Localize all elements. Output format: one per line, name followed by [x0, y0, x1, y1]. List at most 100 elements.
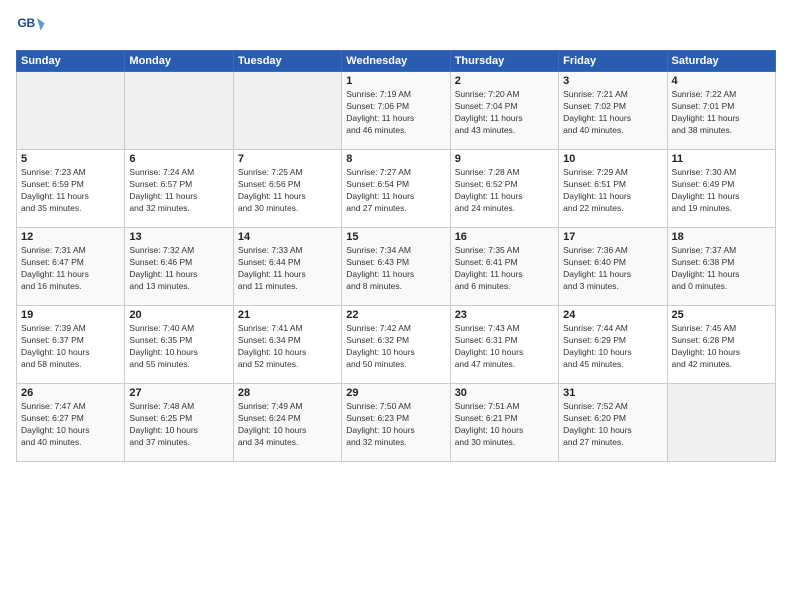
header-friday: Friday	[559, 51, 667, 72]
day-cell: 23 Sunrise: 7:43 AM Sunset: 6:31 PM Dayli…	[450, 306, 558, 384]
day-info: Sunrise: 7:34 AM Sunset: 6:43 PM Dayligh…	[346, 245, 445, 293]
day-info: Sunrise: 7:36 AM Sunset: 6:40 PM Dayligh…	[563, 245, 662, 293]
day-number: 15	[346, 231, 445, 243]
day-cell: 13Sunrise: 7:32 AM Sunset: 6:46 PM Dayli…	[125, 228, 233, 306]
day-number: 7	[238, 153, 337, 165]
day-info: Sunrise: 7:29 AM Sunset: 6:51 PM Dayligh…	[563, 167, 662, 215]
header: G B	[16, 12, 776, 42]
day-number: 2	[455, 75, 554, 87]
day-number: 28	[238, 387, 337, 399]
week-row-2: 12Sunrise: 7:31 AM Sunset: 6:47 PM Dayli…	[17, 228, 776, 306]
day-info: Sunrise: 7:48 AM Sunset: 6:25 PM Dayligh…	[129, 401, 228, 449]
day-info: Sunrise: 7:42 AM Sunset: 6:32 PM Dayligh…	[346, 323, 445, 371]
day-cell: 5 Sunrise: 7:23 AM Sunset: 6:59 PM Daylig…	[17, 150, 125, 228]
logo: G B	[16, 12, 50, 42]
day-info: Sunrise: 7:22 AM Sunset: 7:01 PM Dayligh…	[672, 89, 771, 137]
day-number: 26	[21, 387, 120, 399]
header-monday: Monday	[125, 51, 233, 72]
day-info: Sunrise: 7:45 AM Sunset: 6:28 PM Dayligh…	[672, 323, 771, 371]
day-cell: 1 Sunrise: 7:19 AM Sunset: 7:06 PM Daylig…	[342, 72, 450, 150]
day-info: Sunrise: 7:25 AM Sunset: 6:56 PM Dayligh…	[238, 167, 337, 215]
day-cell: 7 Sunrise: 7:25 AM Sunset: 6:56 PM Daylig…	[233, 150, 341, 228]
day-info: Sunrise: 7:27 AM Sunset: 6:54 PM Dayligh…	[346, 167, 445, 215]
day-number: 25	[672, 309, 771, 321]
day-cell: 26Sunrise: 7:47 AM Sunset: 6:27 PM Dayli…	[17, 384, 125, 462]
svg-text:B: B	[27, 16, 36, 30]
day-number: 8	[346, 153, 445, 165]
day-number: 29	[346, 387, 445, 399]
day-info: Sunrise: 7:49 AM Sunset: 6:24 PM Dayligh…	[238, 401, 337, 449]
day-number: 3	[563, 75, 662, 87]
day-cell: 25 Sunrise: 7:45 AM Sunset: 6:28 PM Dayli…	[667, 306, 775, 384]
day-info: Sunrise: 7:52 AM Sunset: 6:20 PM Dayligh…	[563, 401, 662, 449]
day-number: 6	[129, 153, 228, 165]
day-number: 5	[21, 153, 120, 165]
svg-text:G: G	[18, 16, 27, 30]
week-row-0: 1 Sunrise: 7:19 AM Sunset: 7:06 PM Daylig…	[17, 72, 776, 150]
day-info: Sunrise: 7:23 AM Sunset: 6:59 PM Dayligh…	[21, 167, 120, 215]
header-saturday: Saturday	[667, 51, 775, 72]
day-number: 10	[563, 153, 662, 165]
day-cell: 20 Sunrise: 7:40 AM Sunset: 6:35 PM Dayli…	[125, 306, 233, 384]
day-info: Sunrise: 7:41 AM Sunset: 6:34 PM Dayligh…	[238, 323, 337, 371]
day-info: Sunrise: 7:19 AM Sunset: 7:06 PM Dayligh…	[346, 89, 445, 137]
day-number: 24	[563, 309, 662, 321]
day-cell	[17, 72, 125, 150]
day-cell	[667, 384, 775, 462]
day-number: 4	[672, 75, 771, 87]
day-cell: 15 Sunrise: 7:34 AM Sunset: 6:43 PM Dayli…	[342, 228, 450, 306]
day-cell	[233, 72, 341, 150]
day-info: Sunrise: 7:32 AM Sunset: 6:46 PM Dayligh…	[129, 245, 228, 293]
day-cell: 3Sunrise: 7:21 AM Sunset: 7:02 PM Daylig…	[559, 72, 667, 150]
day-cell: 28 Sunrise: 7:49 AM Sunset: 6:24 PM Dayli…	[233, 384, 341, 462]
day-number: 16	[455, 231, 554, 243]
day-number: 1	[346, 75, 445, 87]
day-info: Sunrise: 7:43 AM Sunset: 6:31 PM Dayligh…	[455, 323, 554, 371]
day-cell: 24Sunrise: 7:44 AM Sunset: 6:29 PM Dayli…	[559, 306, 667, 384]
day-number: 23	[455, 309, 554, 321]
week-row-3: 19Sunrise: 7:39 AM Sunset: 6:37 PM Dayli…	[17, 306, 776, 384]
day-cell: 30 Sunrise: 7:51 AM Sunset: 6:21 PM Dayli…	[450, 384, 558, 462]
day-number: 20	[129, 309, 228, 321]
week-row-4: 26Sunrise: 7:47 AM Sunset: 6:27 PM Dayli…	[17, 384, 776, 462]
header-wednesday: Wednesday	[342, 51, 450, 72]
day-cell: 10 Sunrise: 7:29 AM Sunset: 6:51 PM Dayli…	[559, 150, 667, 228]
day-cell: 16 Sunrise: 7:35 AM Sunset: 6:41 PM Dayli…	[450, 228, 558, 306]
day-cell: 6Sunrise: 7:24 AM Sunset: 6:57 PM Daylig…	[125, 150, 233, 228]
calendar-table: SundayMondayTuesdayWednesdayThursdayFrid…	[16, 50, 776, 462]
day-cell: 27 Sunrise: 7:48 AM Sunset: 6:25 PM Dayli…	[125, 384, 233, 462]
logo-icon: G B	[16, 12, 46, 42]
day-number: 9	[455, 153, 554, 165]
day-cell: 22 Sunrise: 7:42 AM Sunset: 6:32 PM Dayli…	[342, 306, 450, 384]
calendar-page: G B SundayMondayTuesdayWednesdayThursday…	[0, 0, 792, 612]
day-number: 12	[21, 231, 120, 243]
day-cell: 9Sunrise: 7:28 AM Sunset: 6:52 PM Daylig…	[450, 150, 558, 228]
day-number: 31	[563, 387, 662, 399]
day-number: 17	[563, 231, 662, 243]
day-cell: 29Sunrise: 7:50 AM Sunset: 6:23 PM Dayli…	[342, 384, 450, 462]
day-number: 21	[238, 309, 337, 321]
day-info: Sunrise: 7:30 AM Sunset: 6:49 PM Dayligh…	[672, 167, 771, 215]
day-number: 27	[129, 387, 228, 399]
day-info: Sunrise: 7:33 AM Sunset: 6:44 PM Dayligh…	[238, 245, 337, 293]
day-number: 19	[21, 309, 120, 321]
day-number: 30	[455, 387, 554, 399]
day-info: Sunrise: 7:35 AM Sunset: 6:41 PM Dayligh…	[455, 245, 554, 293]
day-cell: 21 Sunrise: 7:41 AM Sunset: 6:34 PM Dayli…	[233, 306, 341, 384]
day-cell: 14 Sunrise: 7:33 AM Sunset: 6:44 PM Dayli…	[233, 228, 341, 306]
day-number: 22	[346, 309, 445, 321]
day-info: Sunrise: 7:40 AM Sunset: 6:35 PM Dayligh…	[129, 323, 228, 371]
header-tuesday: Tuesday	[233, 51, 341, 72]
day-number: 14	[238, 231, 337, 243]
day-cell: 12Sunrise: 7:31 AM Sunset: 6:47 PM Dayli…	[17, 228, 125, 306]
day-number: 11	[672, 153, 771, 165]
week-row-1: 5 Sunrise: 7:23 AM Sunset: 6:59 PM Daylig…	[17, 150, 776, 228]
header-row: SundayMondayTuesdayWednesdayThursdayFrid…	[17, 51, 776, 72]
day-info: Sunrise: 7:20 AM Sunset: 7:04 PM Dayligh…	[455, 89, 554, 137]
day-info: Sunrise: 7:51 AM Sunset: 6:21 PM Dayligh…	[455, 401, 554, 449]
day-cell: 2 Sunrise: 7:20 AM Sunset: 7:04 PM Daylig…	[450, 72, 558, 150]
day-cell: 31 Sunrise: 7:52 AM Sunset: 6:20 PM Dayli…	[559, 384, 667, 462]
day-cell: 17 Sunrise: 7:36 AM Sunset: 6:40 PM Dayli…	[559, 228, 667, 306]
day-cell: 18Sunrise: 7:37 AM Sunset: 6:38 PM Dayli…	[667, 228, 775, 306]
day-cell: 19Sunrise: 7:39 AM Sunset: 6:37 PM Dayli…	[17, 306, 125, 384]
